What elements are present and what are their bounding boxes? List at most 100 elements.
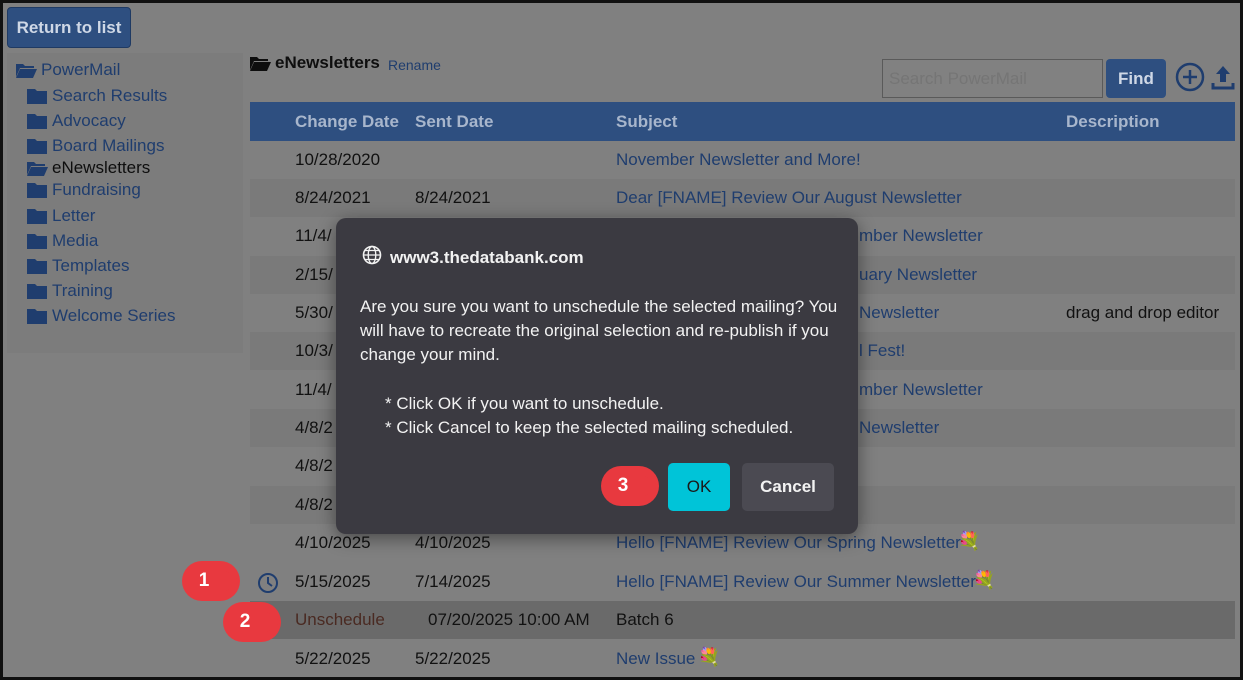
col-sent-date[interactable]: Sent Date: [415, 112, 493, 132]
sidebar-item-label: Media: [52, 231, 99, 250]
batch-cell: Batch 6: [616, 610, 674, 629]
cancel-button[interactable]: Cancel: [742, 463, 834, 511]
change-date-cell: 11/4/: [295, 226, 332, 245]
subject-link[interactable]: uary Newsletter: [859, 265, 977, 285]
sidebar-item-fundraising[interactable]: Fundraising: [26, 180, 141, 200]
open-folder-icon: [249, 55, 271, 72]
ok-button[interactable]: OK: [668, 463, 730, 511]
sidebar-item-label: PowerMail: [41, 60, 121, 79]
step-3-number: 3: [617, 475, 629, 496]
folder-icon: [26, 182, 48, 199]
table-row-expanded[interactable]: Unschedule 07/20/2025 10:00 AM Batch 6: [250, 601, 1235, 639]
col-change-date[interactable]: Change Date: [295, 112, 399, 132]
table-row[interactable]: 8/24/2021 8/24/2021 Dear [FNAME] Review …: [250, 179, 1235, 217]
step-3-badge: 3: [600, 465, 659, 507]
sidebar-item-label: Templates: [52, 256, 130, 275]
step-1-badge: 1: [181, 560, 240, 602]
folder-icon: [26, 208, 48, 225]
open-folder-icon: [15, 62, 37, 79]
subject-link[interactable]: Newsletter: [859, 303, 939, 323]
open-folder-icon: [26, 160, 48, 177]
change-date-cell: 4/8/2: [295, 495, 333, 514]
sidebar-item-label: Search Results: [52, 86, 168, 105]
sidebar-item-training[interactable]: Training: [26, 281, 113, 301]
dialog-origin-text: www3.thedatabank.com: [390, 247, 584, 267]
step-2-number: 2: [239, 611, 251, 632]
change-date-cell: 4/8/2: [295, 418, 333, 437]
step-1-number: 1: [198, 570, 210, 591]
dialog-instructions: * Click OK if you want to unschedule. * …: [385, 392, 793, 440]
folder-icon: [26, 88, 48, 105]
sidebar-item-label: eNewsletters: [52, 158, 151, 177]
sidebar-item-templates[interactable]: Templates: [26, 256, 129, 276]
sidebar-item-powermail[interactable]: PowerMail: [15, 60, 120, 80]
change-date-cell: 4/8/2: [295, 456, 333, 475]
subject-link[interactable]: Dear [FNAME] Review Our August Newslette…: [616, 188, 962, 208]
globe-icon: [362, 245, 382, 270]
screenshot-frame: Return to list PowerMail Search Results …: [0, 0, 1243, 680]
folder-icon: [26, 233, 48, 250]
sidebar-item-label: Board Mailings: [52, 136, 165, 155]
sidebar-item-search-results[interactable]: Search Results: [26, 86, 167, 106]
table-header: Change Date Sent Date Subject Descriptio…: [250, 102, 1235, 141]
folder-icon: [26, 308, 48, 325]
sent-date-cell: 8/24/2021: [415, 188, 491, 207]
change-date-cell: 5/22/2025: [295, 649, 371, 668]
plus-circle-icon[interactable]: [1175, 62, 1205, 92]
sidebar-item-media[interactable]: Media: [26, 231, 98, 251]
sidebar: PowerMail Search Results Advocacy Board …: [7, 53, 243, 353]
folder-title: eNewsletters: [249, 53, 380, 73]
dialog-message: Are you sure you want to unschedule the …: [360, 297, 838, 364]
unschedule-link[interactable]: Unschedule: [295, 610, 385, 630]
subject-link[interactable]: Hello [FNAME] Review Our Summer Newslett…: [616, 572, 976, 592]
subject-link[interactable]: mber Newsletter: [859, 226, 983, 246]
sidebar-item-advocacy[interactable]: Advocacy: [26, 111, 126, 131]
subject-link[interactable]: New Issue: [616, 649, 695, 669]
upload-icon[interactable]: [1211, 63, 1235, 91]
subject-link[interactable]: November Newsletter and More!: [616, 150, 861, 170]
find-button[interactable]: Find: [1106, 59, 1166, 98]
change-date-cell: 2/15/: [295, 265, 333, 284]
description-cell: drag and drop editor: [1066, 303, 1220, 322]
sent-date-cell: 7/14/2025: [415, 572, 491, 591]
return-to-list-button[interactable]: Return to list: [7, 7, 131, 48]
step-2-badge: 2: [222, 601, 281, 643]
sidebar-item-label: Training: [52, 281, 113, 300]
flower-icon: 💐: [958, 531, 981, 551]
folder-icon: [26, 138, 48, 155]
scheduled-time-cell: 07/20/2025 10:00 AM: [428, 610, 590, 629]
change-date-cell: 10/3/: [295, 341, 333, 360]
folder-icon: [26, 283, 48, 300]
table-row[interactable]: 10/28/2020 November Newsletter and More!: [250, 141, 1235, 179]
col-subject[interactable]: Subject: [616, 112, 677, 132]
sent-date-cell: 4/10/2025: [415, 533, 491, 552]
sidebar-item-label: Fundraising: [52, 180, 141, 199]
change-date-cell: 4/10/2025: [295, 533, 371, 552]
sidebar-item-enewsletters[interactable]: eNewsletters: [26, 158, 150, 178]
confirm-dialog: www3.thedatabank.com Are you sure you wa…: [336, 218, 858, 534]
table-row[interactable]: 5/22/2025 5/22/2025 New Issue 💐: [250, 640, 1235, 677]
change-date-cell: 5/30/: [295, 303, 333, 322]
folder-icon: [26, 113, 48, 130]
sidebar-item-label: Advocacy: [52, 111, 126, 130]
sidebar-item-welcome-series[interactable]: Welcome Series: [26, 306, 175, 326]
sidebar-item-letter[interactable]: Letter: [26, 206, 95, 226]
subject-link[interactable]: Newsletter: [859, 418, 939, 438]
col-description[interactable]: Description: [1066, 112, 1160, 132]
clock-icon[interactable]: [257, 572, 279, 594]
folder-icon: [26, 258, 48, 275]
sent-date-cell: 5/22/2025: [415, 649, 491, 668]
table-row[interactable]: 5/15/2025 7/14/2025 Hello [FNAME] Review…: [250, 563, 1235, 601]
dialog-instruction-cancel: * Click Cancel to keep the selected mail…: [385, 418, 794, 437]
rename-link[interactable]: Rename: [388, 57, 441, 73]
subject-link[interactable]: l Fest!: [859, 341, 905, 361]
flower-icon: 💐: [698, 647, 721, 667]
search-input[interactable]: [882, 59, 1103, 98]
subject-link[interactable]: Hello [FNAME] Review Our Spring Newslett…: [616, 533, 961, 553]
change-date-cell: 11/4/: [295, 380, 332, 399]
flower-icon: 💐: [973, 570, 996, 590]
subject-link[interactable]: mber Newsletter: [859, 380, 983, 400]
change-date-cell: 10/28/2020: [295, 150, 381, 169]
change-date-cell: 8/24/2021: [295, 188, 371, 207]
sidebar-item-board-mailings[interactable]: Board Mailings: [26, 136, 164, 156]
